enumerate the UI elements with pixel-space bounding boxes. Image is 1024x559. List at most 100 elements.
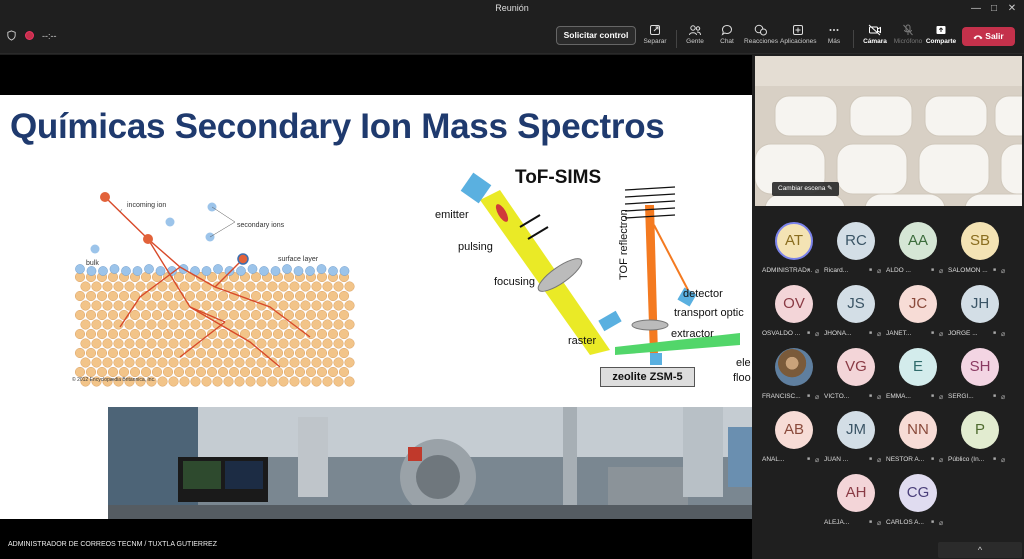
bulk-atom (201, 376, 212, 387)
change-scene-button[interactable]: Cambiar escena ✎ (772, 182, 839, 196)
participant-avatar: JH (961, 285, 999, 323)
apps-icon (793, 25, 803, 35)
participant-tile[interactable]: SH SERGI... ■ ⌀ (948, 348, 1010, 408)
participant-tile[interactable]: RC Ricard... ■ ⌀ (824, 222, 886, 282)
maximize-icon[interactable]: □ (984, 2, 1004, 16)
bulk-atom (294, 290, 306, 302)
bulk-atom (322, 281, 333, 292)
pulsing-label: pulsing (458, 241, 493, 253)
bulk-atom (195, 290, 207, 302)
bulk-atom (322, 319, 333, 330)
bulk-atom (305, 328, 317, 340)
bulk-atom (294, 366, 306, 378)
chat-button[interactable]: Chat (709, 24, 745, 52)
participant-avatar: P (961, 411, 999, 449)
bulk-atom (239, 366, 251, 378)
apps-button[interactable]: Aplicaciones (780, 24, 817, 52)
ion-particle (143, 234, 153, 244)
request-control-button[interactable]: Solicitar control (556, 26, 636, 45)
participant-tile[interactable]: AT ADMINISTRAD... ■ ⌀ (762, 222, 824, 282)
bulk-atom (135, 319, 146, 330)
participant-name: ANAL... (762, 456, 785, 463)
participant-avatar: SB (961, 222, 999, 260)
shield-icon[interactable] (6, 30, 17, 41)
bulk-atom (201, 300, 212, 311)
bulk-atom (179, 338, 190, 349)
participant-tile[interactable]: JM JUAN ... ■ ⌀ (824, 411, 886, 471)
participant-tile[interactable]: CG CARLOS A... ■ ⌀ (886, 474, 948, 534)
microphone-button[interactable]: Micrófono (890, 24, 926, 52)
leave-button[interactable]: Salir (962, 27, 1015, 46)
participant-tile[interactable]: NN NESTOR A... ■ ⌀ (886, 411, 948, 471)
bulk-atom (316, 309, 328, 321)
close-icon[interactable]: ✕ (1002, 2, 1022, 16)
camera-button[interactable]: Cámara (857, 24, 893, 52)
surface-atom (155, 266, 166, 276)
participant-tile[interactable]: OV OSVALDO ... ■ ⌀ (762, 285, 824, 345)
participant-tile[interactable]: AB ANAL... ■ ⌀ (762, 411, 824, 471)
incoming-ion-label: incoming ion (127, 202, 167, 209)
bulk-atom (195, 366, 207, 378)
bulk-atom (333, 300, 344, 311)
participant-avatar: CG (899, 474, 937, 512)
bulk-atom (173, 328, 185, 340)
bulk-atom (146, 300, 157, 311)
mic-off-icon: ⌀ (815, 394, 820, 401)
meeting-window: Reunión — □ ✕ --:-- Solicitar control Se… (0, 0, 1024, 559)
bulk-atom (311, 319, 322, 330)
participant-tile[interactable]: E EMMA... ■ ⌀ (886, 348, 948, 408)
share-button[interactable]: Comparte (923, 24, 959, 52)
surface-atom (121, 266, 131, 276)
extractor-block (650, 353, 662, 365)
surface-atom (247, 264, 258, 274)
surface-layer-label: surface layer (278, 256, 319, 263)
participant-tile[interactable]: P Público (In... ■ ⌀ (948, 411, 1010, 471)
bulk-atom (311, 376, 322, 387)
participant-tile[interactable]: JC JANET... ■ ⌀ (886, 285, 948, 345)
participant-tile[interactable]: VG VICTO... ■ ⌀ (824, 348, 886, 408)
participant-name: Público (In... (948, 456, 985, 463)
bulk-atom (85, 309, 97, 321)
bulk-atom (234, 376, 245, 387)
more-label: Más (827, 38, 841, 45)
minimize-icon[interactable]: — (966, 2, 986, 16)
participant-tile[interactable]: JH JORGE ... ■ ⌀ (948, 285, 1010, 345)
reactions-button[interactable]: Reacciones (743, 24, 779, 52)
bulk-atom (223, 376, 234, 387)
meeting-toolbar: --:-- Solicitar control Separar Gente Ch… (0, 18, 1024, 54)
bulk-atom (91, 338, 102, 349)
participant-tile[interactable]: FRANCISC... ■ ⌀ (762, 348, 824, 408)
bulk-atom (267, 338, 278, 349)
electron-label: ele (736, 357, 751, 369)
bulk-atom (129, 328, 141, 340)
bulk-atom (212, 338, 223, 349)
bulk-atom (217, 328, 229, 340)
raster-block (598, 310, 622, 332)
bulk-atom (80, 281, 91, 292)
camera-off-icon (868, 24, 881, 36)
bulk-atom (217, 290, 229, 302)
bulk-atom (146, 357, 157, 368)
participant-name: JORGE ... (948, 330, 978, 337)
bulk-atom (102, 357, 113, 368)
participant-tile[interactable]: JS JHONA... ■ ⌀ (824, 285, 886, 345)
pop-out-button[interactable]: Separar (637, 24, 673, 52)
bulk-atom (300, 376, 311, 387)
participant-tile[interactable]: SB SALOMON ... ■ ⌀ (948, 222, 1010, 282)
participant-tile[interactable]: AH ALEJA... ■ ⌀ (824, 474, 886, 534)
scroll-up-button[interactable]: ^ (938, 542, 1022, 558)
mic-off-icon: ⌀ (939, 520, 944, 527)
bulk-atom (272, 366, 284, 378)
bulk-atom (201, 281, 212, 292)
toolbar-divider (853, 30, 854, 48)
tof-reflectron-label: TOF reflectron (618, 209, 630, 280)
camera-off-icon: ■ (931, 267, 935, 273)
participant-tile[interactable]: AA ALDO ... ■ ⌀ (886, 222, 948, 282)
bulk-atom (80, 319, 91, 330)
surface-atom (259, 266, 269, 276)
participant-name: NESTOR A... (886, 456, 925, 463)
more-button[interactable]: Más (816, 24, 852, 52)
bulk-atom (245, 300, 256, 311)
people-button[interactable]: Gente (677, 24, 713, 52)
bulk-atom (250, 309, 262, 321)
